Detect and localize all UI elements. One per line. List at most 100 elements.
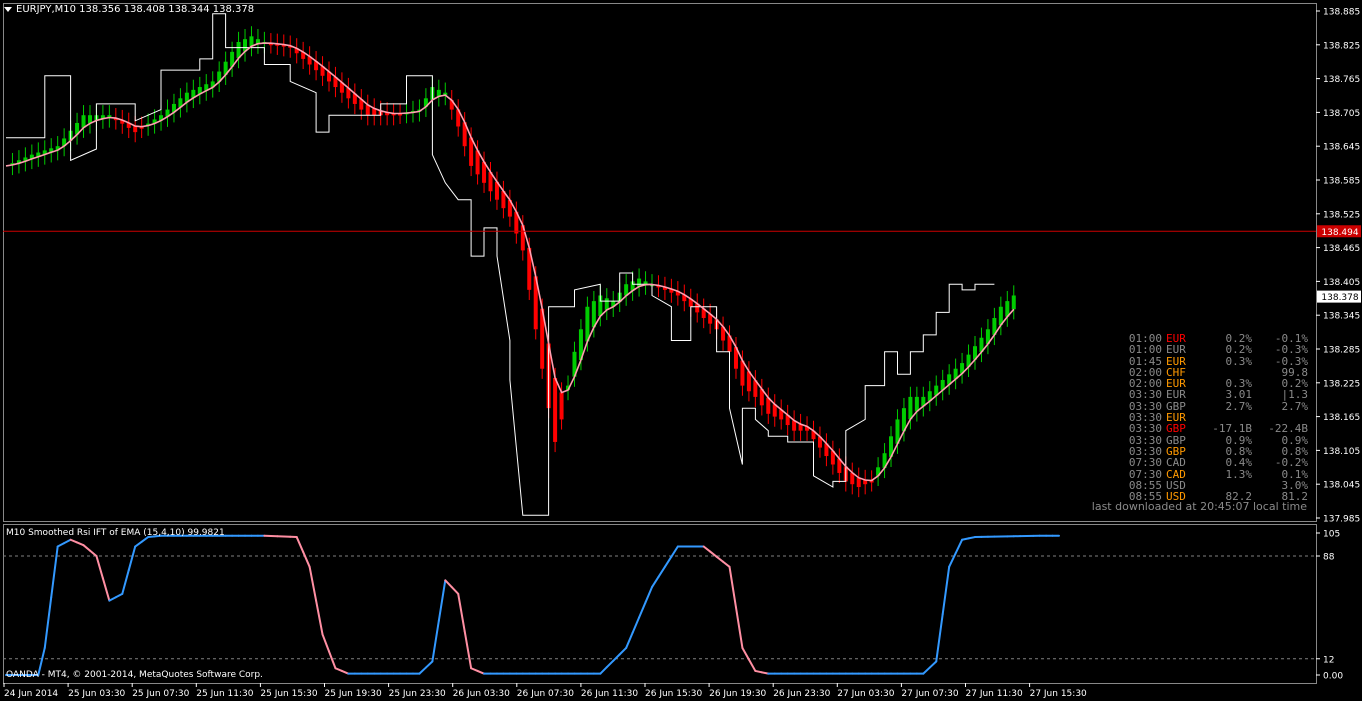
indicator-panel-border [3, 524, 1317, 684]
news-a: 0.4% [1225, 456, 1253, 470]
news-b: -0.2% [1274, 456, 1308, 470]
x-tick-label: 25 Jun 15:30 [260, 689, 317, 699]
indicator-segment [747, 658, 757, 672]
symbol-header[interactable]: EURJPY,M10 138.356 138.408 138.344 138.3… [4, 4, 254, 15]
indicator-segment [328, 650, 337, 670]
news-b: 2.7% [1281, 399, 1309, 413]
indicator-segment [715, 555, 725, 563]
x-tick-label: 26 Jun 07:30 [517, 689, 574, 699]
y-tick-label: 138.525 [1323, 210, 1360, 220]
indicator-segment [56, 542, 66, 548]
bar-body [585, 306, 590, 342]
news-a: -17.1B [1212, 422, 1252, 436]
indicator-segment [431, 619, 440, 663]
news-calendar: 01:00 EUR 0.2% -0.1% 01:00 EUR 0.2% -0.3% 01:45 E… [1114, 333, 1309, 503]
indicator-segment [941, 565, 951, 616]
bar-body [637, 278, 642, 287]
bar-body [856, 477, 861, 488]
news-b: -0.3% [1274, 343, 1308, 357]
indicator-segment [463, 630, 473, 670]
last-downloaded-text: last downloaded at 20:45:07 local time [1091, 500, 1307, 513]
bar-body [249, 36, 254, 47]
copyright-text: OANDA - MT4, © 2001-2014, MetaQuotes Sof… [6, 670, 263, 680]
indicator-segment [657, 565, 666, 578]
indicator-segment [638, 601, 647, 619]
news-a: 0.2% [1225, 343, 1253, 357]
x-tick-label: 25 Jun 11:30 [196, 689, 253, 699]
indicator-segment [631, 616, 641, 634]
indicator-segment [424, 660, 434, 669]
y-tick-label: 138.045 [1323, 481, 1360, 491]
indicator-segment [470, 667, 479, 672]
indicator-segment [444, 579, 453, 589]
news-cur: EUR [1166, 343, 1186, 357]
indicator-segment [108, 596, 117, 602]
indicator-segment [101, 577, 111, 602]
indicator-segment [612, 653, 621, 662]
indicator-segment [928, 660, 938, 669]
news-cur: GBP [1166, 422, 1186, 436]
indicator-segment [625, 631, 634, 649]
y-tick-label: 138.585 [1323, 177, 1360, 187]
x-tick-label: 25 Jun 19:30 [325, 689, 382, 699]
y-tick-label: 138.165 [1323, 413, 1360, 423]
y-tick-label: 138.705 [1323, 109, 1360, 119]
y-tick-label: 138.345 [1323, 312, 1360, 322]
news-a: 1.3% [1225, 467, 1253, 481]
x-tick-label: 27 Jun 15:30 [1030, 689, 1087, 699]
bar-body [553, 377, 558, 442]
x-tick-label: 26 Jun 11:30 [581, 689, 638, 699]
indicator-segment [948, 552, 957, 568]
news-row: 01:00 EUR 0.2% -0.3% [1114, 343, 1308, 357]
indicator-segment [741, 646, 750, 661]
x-tick-label: 26 Jun 23:30 [773, 689, 830, 699]
x-tick-label: 25 Jun 03:30 [68, 689, 125, 699]
indicator-segment [308, 565, 318, 602]
indicator-segment [450, 586, 460, 595]
indicator-segment [295, 536, 305, 553]
indicator-segment [50, 545, 59, 599]
dropdown-triangle-icon [4, 6, 12, 12]
x-tick-label: 27 Jun 03:30 [837, 689, 894, 699]
indicator-segment [605, 659, 615, 669]
x-tick-label: 26 Jun 15:30 [645, 689, 702, 699]
bar-body [604, 298, 609, 310]
news-a: 2.7% [1225, 399, 1253, 413]
bar-body [908, 396, 913, 420]
indicator-y-tick-label: 12 [1323, 655, 1334, 665]
x-tick-label: 24 Jun 2014 [4, 689, 58, 699]
indicator-segment [334, 667, 343, 672]
indicator-segment [599, 666, 608, 675]
indicator-segment [88, 549, 98, 557]
indicator-segment [644, 586, 653, 604]
x-tick-label: 26 Jun 19:30 [709, 689, 766, 699]
x-tick-label: 26 Jun 03:30 [453, 689, 510, 699]
news-time: 01:00 [1128, 343, 1162, 357]
channel-line [6, 13, 995, 516]
news-row: 07:30 CAD 0.4% -0.2% [1114, 456, 1308, 470]
news-a: 0.3% [1225, 354, 1253, 368]
y-tick-label: 138.285 [1323, 346, 1360, 356]
y-tick-label: 138.405 [1323, 278, 1360, 288]
indicator-segment [114, 592, 124, 599]
indicator-segment [121, 569, 130, 595]
indicator-segment [734, 606, 744, 649]
y-tick-label: 138.885 [1323, 8, 1360, 18]
indicator-segment [63, 538, 72, 545]
indicator-segment [702, 545, 712, 553]
y-tick-label: 138.465 [1323, 244, 1360, 254]
indicator-segment [134, 540, 143, 548]
bar-body [914, 396, 919, 412]
y-tick-label: 138.765 [1323, 75, 1360, 85]
indicator-segment [722, 560, 731, 568]
bar-body [559, 392, 564, 420]
indicator-segment [728, 565, 737, 609]
news-time: 03:30 [1128, 422, 1162, 436]
indicator-y-tick-label: 105 [1323, 530, 1340, 540]
indicator-segment [127, 545, 137, 572]
current-price-label: 138.378 [1321, 293, 1358, 303]
y-tick-label: 138.825 [1323, 41, 1360, 51]
news-row: 03:30 GBP -17.1B -22.4B [1114, 422, 1308, 436]
y-tick-label: 138.225 [1323, 379, 1360, 389]
price-level-label: 138.494 [1321, 228, 1358, 238]
